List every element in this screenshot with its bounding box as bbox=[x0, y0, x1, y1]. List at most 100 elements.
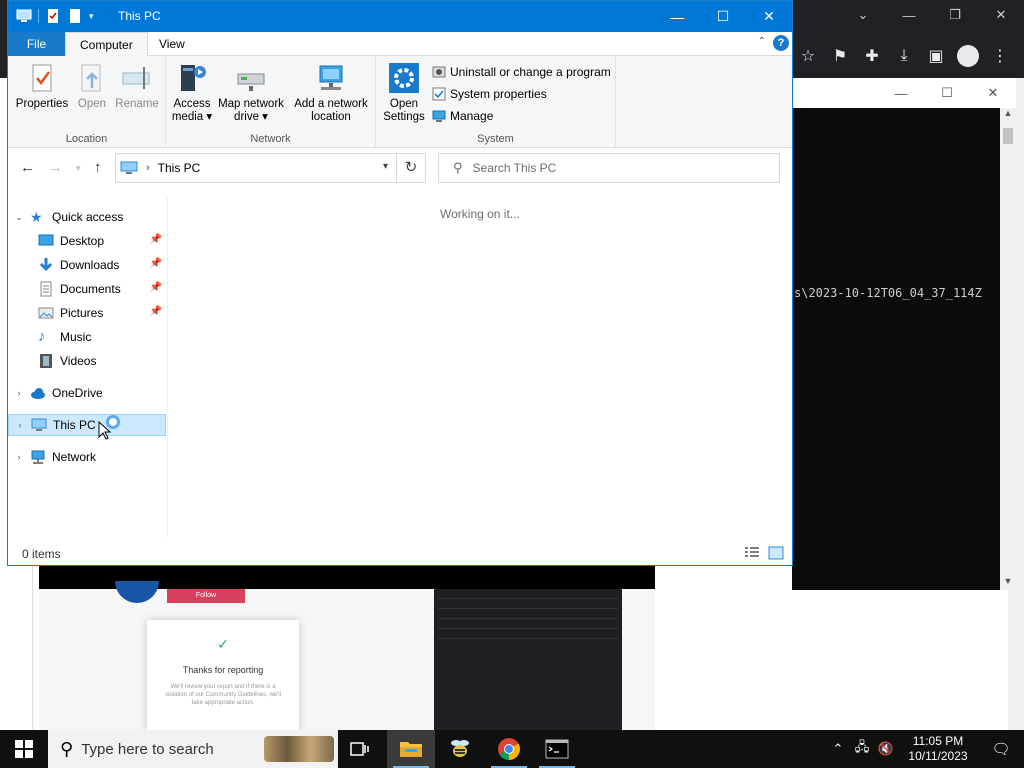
tree-item-network[interactable]: › Network bbox=[8, 446, 166, 468]
tab-view[interactable]: View bbox=[145, 32, 199, 56]
chevron-down-icon[interactable]: ▾ bbox=[89, 11, 94, 22]
properties-button[interactable]: Properties bbox=[14, 62, 70, 111]
task-view-button[interactable] bbox=[336, 730, 384, 768]
recent-locations-icon[interactable]: ▾ bbox=[76, 163, 81, 174]
new-folder-icon[interactable] bbox=[67, 8, 83, 24]
properties-icon[interactable] bbox=[45, 8, 61, 24]
tab-file[interactable]: File bbox=[8, 32, 65, 56]
minimize-icon[interactable]: — bbox=[878, 86, 924, 101]
manage-label: Manage bbox=[450, 109, 494, 123]
menu-icon[interactable]: ⋮ bbox=[984, 46, 1016, 66]
breadcrumb-chevron-icon[interactable]: › bbox=[146, 162, 150, 174]
volume-muted-icon[interactable]: 🔇 bbox=[874, 741, 898, 757]
address-bar[interactable]: › This PC ▾ bbox=[115, 153, 397, 183]
collapsed-chevron-icon[interactable]: › bbox=[8, 388, 30, 398]
window-title: This PC bbox=[118, 9, 161, 23]
download-icon[interactable]: ⤓ bbox=[888, 47, 920, 65]
clock[interactable]: 11:05 PM 10/11/2023 bbox=[898, 734, 978, 764]
taskbar-app-chrome[interactable] bbox=[485, 730, 533, 768]
tree-item-label: Documents bbox=[60, 282, 121, 296]
minimize-icon[interactable]: — bbox=[886, 0, 932, 30]
back-icon[interactable]: ← bbox=[20, 159, 35, 176]
tree-item-quick-access[interactable]: ⌄ ★ Quick access bbox=[8, 206, 166, 228]
quick-access-toolbar: ▾ bbox=[16, 8, 94, 24]
open-settings-button[interactable]: Open Settings bbox=[380, 62, 428, 124]
forward-icon[interactable]: → bbox=[48, 159, 63, 176]
tree-item-pictures[interactable]: Pictures 📌 bbox=[8, 302, 166, 324]
start-button[interactable] bbox=[0, 730, 48, 768]
pin-icon: 📌 bbox=[149, 234, 162, 245]
tree-item-desktop[interactable]: Desktop 📌 bbox=[8, 230, 166, 252]
uninstall-icon bbox=[432, 66, 446, 78]
tree-item-videos[interactable]: Videos bbox=[8, 350, 166, 372]
collapsed-chevron-icon[interactable]: › bbox=[8, 452, 30, 462]
file-list-pane[interactable]: Working on it... bbox=[168, 197, 792, 537]
open-button[interactable]: Open bbox=[72, 62, 112, 111]
search-input[interactable]: ⚲ Search This PC bbox=[438, 153, 780, 183]
search-highlight-image bbox=[264, 736, 334, 762]
close-button[interactable]: ✕ bbox=[746, 1, 792, 32]
taskbar-search-box[interactable]: ⚲ Type here to search bbox=[48, 730, 338, 768]
restore-icon[interactable]: ❐ bbox=[932, 0, 978, 30]
minimize-button[interactable]: — bbox=[654, 1, 700, 32]
notifications-icon[interactable]: 🗨 bbox=[978, 740, 1024, 758]
manage-button[interactable]: Manage bbox=[432, 106, 493, 126]
help-icon[interactable]: ? bbox=[773, 35, 789, 51]
console-scrollbar[interactable]: ▲ ▼ bbox=[1000, 108, 1016, 590]
scroll-thumb[interactable] bbox=[1003, 128, 1013, 144]
computer-icon bbox=[16, 9, 32, 22]
gear-icon bbox=[389, 63, 419, 93]
tree-item-downloads[interactable]: Downloads 📌 bbox=[8, 254, 166, 276]
tab-computer[interactable]: Computer bbox=[65, 32, 148, 57]
cloud-icon bbox=[31, 388, 45, 399]
chevron-up-icon[interactable]: ⌃ bbox=[758, 36, 766, 47]
clock-time: 11:05 PM bbox=[912, 734, 964, 748]
view-toggle-group bbox=[744, 546, 784, 560]
maximize-button[interactable]: ☐ bbox=[700, 1, 746, 32]
map-network-drive-button[interactable]: Map network drive ▾ bbox=[216, 62, 286, 124]
taskbar-app-file-explorer[interactable] bbox=[387, 730, 435, 768]
profile-avatar[interactable] bbox=[957, 45, 979, 67]
side-panel-icon[interactable]: ▣ bbox=[920, 46, 952, 66]
tree-item-music[interactable]: ♪ Music bbox=[8, 326, 166, 348]
network-icon bbox=[31, 450, 45, 464]
system-tray: ⌃ 🖧 🔇 11:05 PM 10/11/2023 🗨 bbox=[826, 730, 1024, 768]
network-status-icon[interactable]: 🖧 bbox=[850, 738, 874, 760]
scroll-down-icon[interactable]: ▼ bbox=[1000, 576, 1016, 590]
access-media-button[interactable]: Access media ▾ bbox=[170, 62, 214, 124]
close-icon[interactable]: ✕ bbox=[970, 85, 1016, 101]
large-icons-view-icon[interactable] bbox=[768, 546, 784, 560]
star-icon[interactable]: ☆ bbox=[792, 46, 824, 66]
chevron-down-icon[interactable]: ▾ bbox=[383, 161, 388, 172]
taskbar-app-bee[interactable] bbox=[436, 730, 484, 768]
extensions-icon[interactable]: ✚ bbox=[856, 46, 888, 66]
up-icon[interactable]: ↑ bbox=[94, 159, 102, 176]
close-icon[interactable]: ✕ bbox=[978, 0, 1024, 30]
details-view-icon[interactable] bbox=[744, 546, 760, 560]
tree-item-documents[interactable]: Documents 📌 bbox=[8, 278, 166, 300]
chevron-down-icon[interactable]: ⌄ bbox=[840, 0, 886, 30]
uninstall-program-button[interactable]: Uninstall or change a program bbox=[432, 62, 611, 82]
taskbar-app-command-prompt[interactable] bbox=[533, 730, 581, 768]
open-label: Open bbox=[77, 98, 107, 110]
scroll-up-icon[interactable]: ▲ bbox=[1000, 108, 1016, 122]
flag-icon[interactable]: ⚑ bbox=[824, 46, 856, 66]
loading-status: Working on it... bbox=[440, 207, 520, 221]
pin-icon: 📌 bbox=[149, 306, 162, 317]
terminal-icon bbox=[545, 739, 569, 759]
breadcrumb[interactable]: This PC bbox=[158, 161, 201, 175]
maximize-icon[interactable]: ☐ bbox=[924, 85, 970, 101]
tree-item-this-pc[interactable]: › This PC bbox=[8, 414, 166, 436]
follow-button[interactable]: Follow bbox=[167, 589, 245, 603]
system-properties-button[interactable]: System properties bbox=[432, 84, 547, 104]
rename-button[interactable]: Rename bbox=[114, 62, 160, 111]
expanded-chevron-icon[interactable]: ⌄ bbox=[8, 212, 30, 223]
taskbar: ⚲ Type here to search ⌃ 🖧 🔇 11:05 PM 10/… bbox=[0, 730, 1024, 768]
tree-item-onedrive[interactable]: › OneDrive bbox=[8, 382, 166, 404]
chevron-up-icon[interactable]: ⌃ bbox=[826, 741, 850, 757]
collapsed-chevron-icon[interactable]: › bbox=[9, 420, 31, 430]
tree-item-label: Quick access bbox=[52, 210, 124, 224]
add-network-location-button[interactable]: Add a network location bbox=[290, 62, 372, 124]
refresh-button[interactable]: ↻ bbox=[396, 153, 426, 183]
tree-item-label: Network bbox=[52, 450, 97, 464]
